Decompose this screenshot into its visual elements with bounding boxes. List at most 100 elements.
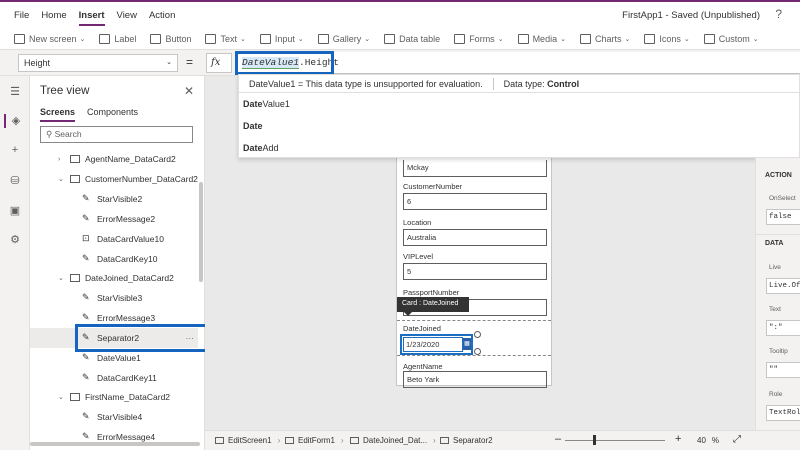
tooltip-prop-input[interactable]: "" <box>766 362 800 378</box>
tree-row[interactable]: ⌄ FirstName_DataCard2 <box>30 387 198 407</box>
new-screen-button[interactable]: New screen ⌄ <box>14 33 85 44</box>
gallery-button[interactable]: Gallery ⌄ <box>317 33 371 44</box>
top-menu-bar: File Home Insert View Action FirstApp1 -… <box>0 0 800 28</box>
breadcrumb-separator[interactable]: Separator2 <box>440 436 493 445</box>
tree-row-label: CustomerNumber_DataCard2 <box>85 174 198 184</box>
tree-tabs: Screens Components <box>40 107 150 122</box>
customer-number-field[interactable]: 6 <box>403 193 547 210</box>
tree-row[interactable]: ✎ ErrorMessage2 <box>30 209 198 229</box>
suggestion-item[interactable]: Date Add <box>239 137 799 159</box>
zoom-slider-thumb[interactable] <box>593 435 596 445</box>
breadcrumb-card[interactable]: DateJoined_Dat... › <box>350 436 436 445</box>
zoom-in-button[interactable]: + <box>675 433 681 445</box>
card-icon <box>350 437 359 444</box>
button-icon <box>150 33 162 44</box>
tree-row-label: DateValue1 <box>97 353 141 363</box>
tree-row[interactable]: › AgentName_DataCard2 <box>30 149 198 169</box>
tree-row[interactable]: ✎ StarVisible4 <box>30 407 198 427</box>
divider <box>756 234 800 235</box>
datatype-label: Data type: <box>503 78 545 89</box>
input-icon <box>259 33 271 44</box>
tree-horizontal-scrollbar[interactable] <box>30 442 200 446</box>
breadcrumb-form[interactable]: EditForm1 › <box>285 436 344 445</box>
database-icon[interactable]: ⛁ <box>8 174 22 188</box>
tab-components[interactable]: Components <box>87 107 138 122</box>
chevron-down-icon: ⌄ <box>297 35 304 43</box>
property-value: Height <box>24 58 51 68</box>
chevron-down-icon: ⌄ <box>683 35 690 43</box>
tab-screens[interactable]: Screens <box>40 107 76 122</box>
live-label: Live <box>769 264 781 271</box>
tree-row[interactable]: ⌄ CustomerNumber_DataCard2 <box>30 169 198 189</box>
breadcrumb-screen[interactable]: EditScreen1 › <box>215 436 280 445</box>
media-button[interactable]: Media ⌄ <box>517 33 566 44</box>
close-icon[interactable]: ✕ <box>184 84 194 98</box>
help-icon[interactable]: ? <box>775 7 782 21</box>
tree-row[interactable]: ✎ DataCardKey11 <box>30 368 198 388</box>
resize-handle[interactable] <box>474 331 481 338</box>
tree-row-label: DataCardValue10 <box>97 234 164 244</box>
forms-button[interactable]: Forms ⌄ <box>454 33 504 44</box>
menu-home[interactable]: Home <box>41 10 66 26</box>
menu-action[interactable]: Action <box>149 10 175 26</box>
first-name-field[interactable]: Mckay <box>403 160 547 177</box>
media-panel-icon[interactable]: ▣ <box>8 204 22 218</box>
chevron-down-icon: ⌄ <box>364 35 371 43</box>
menu-insert[interactable]: Insert <box>78 10 105 26</box>
datatype-value: Control <box>547 78 580 89</box>
zoom-slider-track[interactable] <box>565 440 665 441</box>
live-input[interactable]: Live.Of <box>766 278 800 294</box>
tree-row[interactable]: ✎ StarVisible3 <box>30 288 198 308</box>
button-button[interactable]: Button <box>150 33 191 44</box>
menu-view[interactable]: View <box>117 10 137 26</box>
chevron-down-icon: ⌄ <box>497 35 504 43</box>
chevron-down-icon: ⌄ <box>58 394 64 401</box>
suggestion-item[interactable]: Date Value1 <box>239 93 799 115</box>
agent-name-field[interactable]: Beto Yark <box>403 371 547 388</box>
search-icon: ⚲ <box>46 129 53 139</box>
text-button[interactable]: Text ⌄ <box>205 33 246 44</box>
layers-icon[interactable]: ◈ <box>4 114 26 128</box>
resize-handle[interactable] <box>474 348 481 355</box>
tree-row[interactable]: ⌄ DateJoined_DataCard2 <box>30 268 198 288</box>
zoom-out-button[interactable]: – <box>555 433 561 445</box>
onselect-input[interactable]: false <box>766 209 800 225</box>
main-menu: File Home Insert View Action <box>14 10 187 26</box>
icons-label: Icons <box>659 33 681 44</box>
chevron-down-icon: ⌄ <box>58 176 64 183</box>
search-input[interactable]: ⚲ Search <box>40 126 193 143</box>
edit-icon: ✎ <box>82 411 90 421</box>
tools-icon[interactable]: ⚙ <box>8 233 22 247</box>
zoom-unit: % <box>711 436 720 445</box>
charts-button[interactable]: Charts ⌄ <box>579 33 630 44</box>
chevron-right-icon: › <box>58 155 61 163</box>
insert-ribbon: New screen ⌄ Label Button Text ⌄ Input ⌄ Ga… <box>0 28 800 50</box>
input-button[interactable]: Input ⌄ <box>259 33 304 44</box>
status-bar: EditScreen1 › EditForm1 › DateJoined_Dat..… <box>205 430 800 450</box>
tree-row[interactable]: ⊡ DataCardValue10 <box>30 229 198 249</box>
icons-button[interactable]: Icons ⌄ <box>644 33 690 44</box>
custom-button[interactable]: Custom ⌄ <box>703 33 759 44</box>
tree-row[interactable]: ✎ StarVisible2 <box>30 189 198 209</box>
label-button[interactable]: Label <box>99 33 136 44</box>
fit-to-screen-icon[interactable]: ⤢ <box>733 434 741 445</box>
menu-file[interactable]: File <box>14 10 29 26</box>
text-prop-input[interactable]: ":" <box>766 320 800 336</box>
property-dropdown[interactable]: Height ⌄ <box>18 54 178 72</box>
data-table-button[interactable]: Data table <box>384 33 440 44</box>
suggestion-item[interactable]: Date <box>239 115 799 137</box>
fx-button[interactable]: fx <box>206 53 232 73</box>
tree-view-panel: Tree view ✕ Screens Components ⚲ Search … <box>30 76 205 450</box>
suggestion-rest: Add <box>262 143 279 153</box>
plus-icon[interactable]: + <box>8 143 22 157</box>
role-input[interactable]: TextRol <box>766 405 800 421</box>
location-field[interactable]: Australia <box>403 229 547 246</box>
edit-icon: ✎ <box>82 193 90 203</box>
hamburger-icon[interactable]: ☰ <box>8 85 22 99</box>
input-label: Input <box>274 33 295 44</box>
field-label: CustomerNumber <box>403 182 463 191</box>
tree-row[interactable]: ✎ DataCardKey10 <box>30 249 198 269</box>
tree-scrollbar[interactable] <box>199 182 203 282</box>
chevron-down-icon: ⌄ <box>239 35 246 43</box>
vip-level-field[interactable]: 5 <box>403 263 547 280</box>
